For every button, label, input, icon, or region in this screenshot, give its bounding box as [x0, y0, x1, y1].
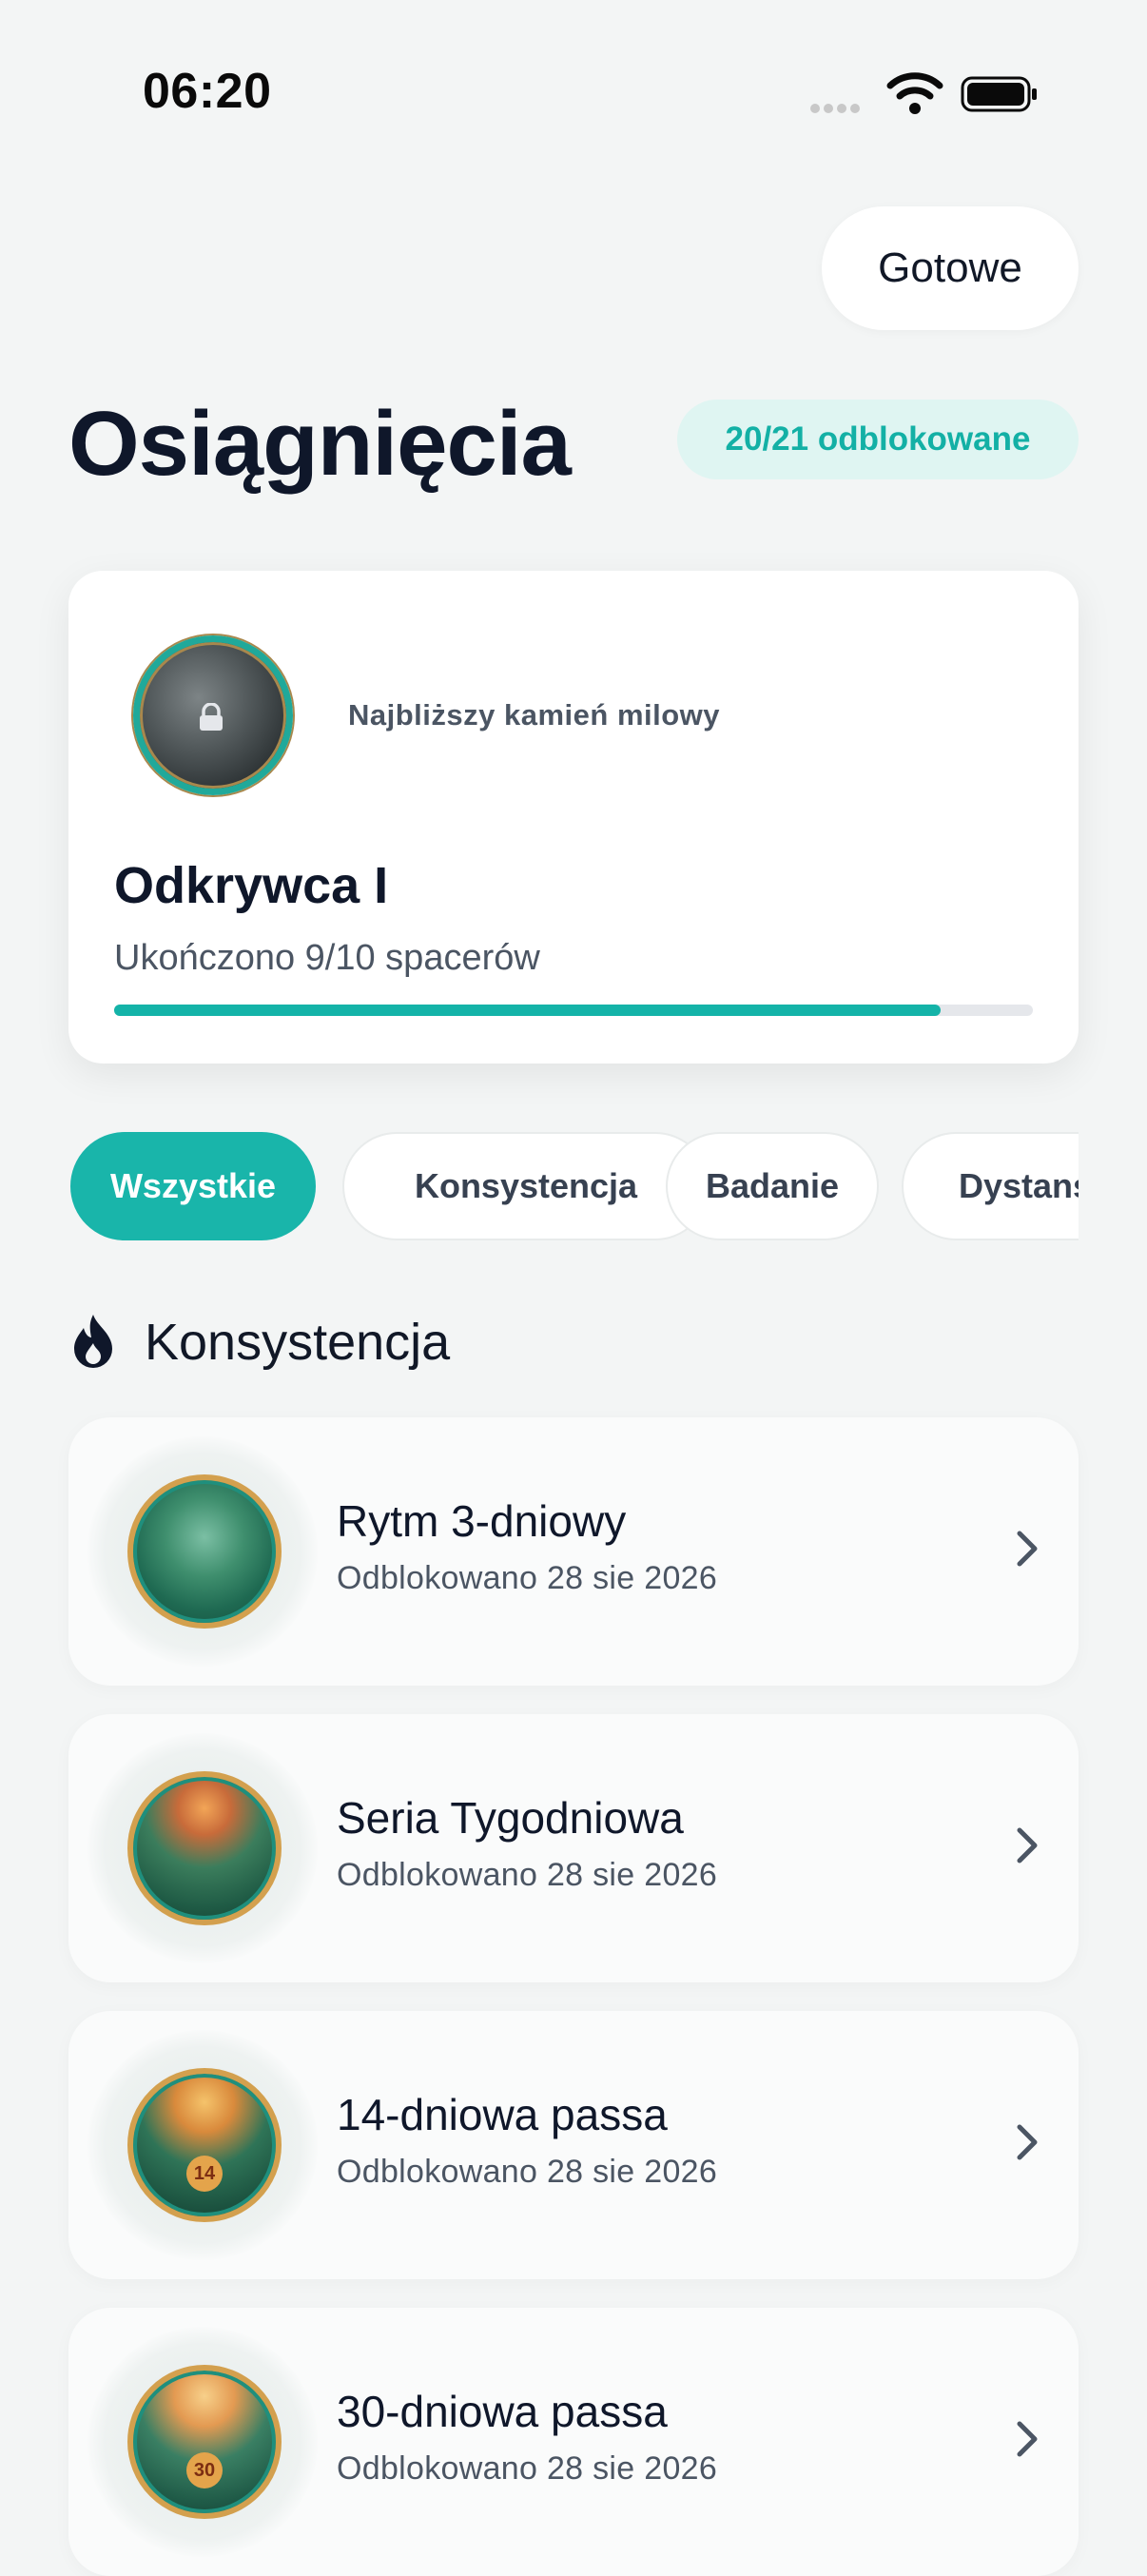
achievement-title: 14-dniowa passa: [337, 2090, 668, 2139]
status-time: 06:20: [143, 64, 272, 119]
milestone-progress-text: Ukończono 9/10 spacerów: [114, 938, 540, 978]
filter-chip-all[interactable]: Wszystkie: [70, 1132, 316, 1240]
chevron-right-icon: [1017, 1827, 1038, 1864]
status-icons: [810, 70, 1048, 116]
achievement-card[interactable]: Rytm 3-dniowy Odblokowano 28 sie 2026: [68, 1417, 1079, 1686]
achievement-title: Rytm 3-dniowy: [337, 1496, 627, 1546]
achievement-badge: [127, 1771, 282, 1925]
achievement-title: Seria Tygodniowa: [337, 1793, 684, 1843]
milestone-progress-fill: [114, 1005, 942, 1016]
unlocked-count-badge: 20/21 odblokowane: [677, 400, 1079, 479]
chevron-right-icon: [1017, 2421, 1038, 2457]
chevron-right-icon: [1017, 2124, 1038, 2160]
achievement-card[interactable]: 14 14-dniowa passa Odblokowano 28 sie 20…: [68, 2011, 1079, 2279]
badge-number: 30: [186, 2452, 223, 2488]
achievement-badge: [127, 1474, 282, 1629]
filter-chip-consistency[interactable]: Konsystencja: [342, 1132, 710, 1240]
chevron-right-icon: [1017, 1531, 1038, 1567]
achievement-badge: 14: [127, 2068, 282, 2222]
achievement-title: 30-dniowa passa: [337, 2387, 668, 2436]
achievement-date: Odblokowano 28 sie 2026: [337, 2154, 718, 2190]
done-button[interactable]: Gotowe: [822, 206, 1079, 330]
filter-chip-row[interactable]: Wszystkie Konsystencja Badanie Dystans: [68, 1132, 1079, 1246]
badge-number: 14: [186, 2156, 223, 2192]
battery-icon: [961, 76, 1037, 112]
milestone-progress-bar: [114, 1005, 1033, 1016]
achievement-card[interactable]: Seria Tygodniowa Odblokowano 28 sie 2026: [68, 1714, 1079, 1982]
page-title: Osiągnięcia: [68, 393, 572, 495]
signal-icon: [810, 101, 867, 114]
achievement-date: Odblokowano 28 sie 2026: [337, 1857, 718, 1893]
achievement-badge: 30: [127, 2365, 282, 2519]
achievement-date: Odblokowano 28 sie 2026: [337, 2450, 718, 2487]
wifi-icon: [886, 72, 943, 114]
flame-icon: [74, 1315, 112, 1368]
lock-icon: [200, 703, 223, 731]
section-title: Konsystencja: [145, 1314, 451, 1371]
filter-chip-exploration[interactable]: Badanie: [666, 1132, 879, 1240]
achievement-card[interactable]: 30 30-dniowa passa Odblokowano 28 sie 20…: [68, 2308, 1079, 2576]
milestone-name: Odkrywca I: [114, 857, 389, 914]
milestone-label: Najbliższy kamień milowy: [348, 698, 721, 732]
next-milestone-card[interactable]: Najbliższy kamień milowy Odkrywca I Ukoń…: [68, 571, 1079, 1064]
filter-chip-distance[interactable]: Dystans: [902, 1132, 1079, 1240]
milestone-badge: [133, 635, 293, 795]
achievement-date: Odblokowano 28 sie 2026: [337, 1560, 718, 1596]
